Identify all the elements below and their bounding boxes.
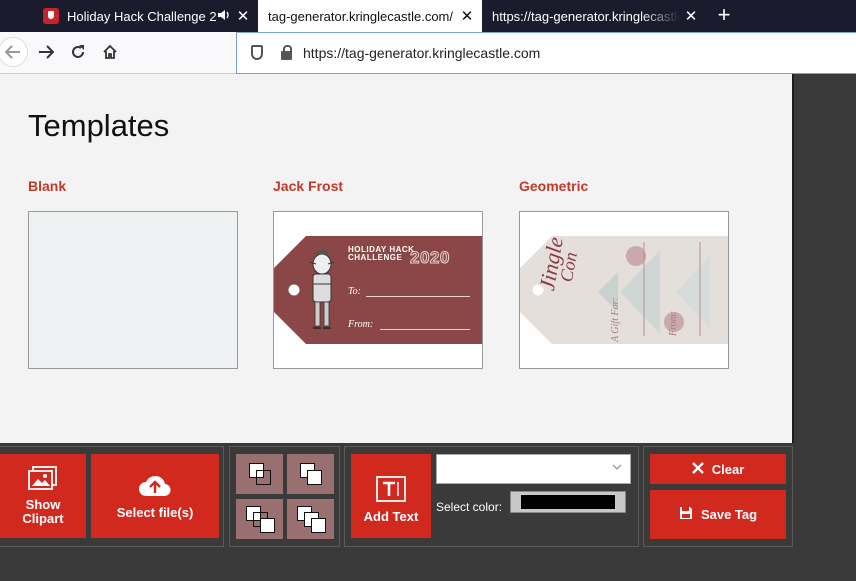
tab-label: Holiday Hack Challenge 2020 bbox=[67, 8, 216, 24]
lock-icon[interactable] bbox=[281, 45, 292, 60]
back-arrow-icon[interactable] bbox=[0, 37, 28, 67]
save-tag-button[interactable]: Save Tag bbox=[650, 490, 786, 539]
forward-arrow-icon[interactable] bbox=[32, 38, 60, 66]
tag-from-line bbox=[380, 329, 470, 330]
tracking-shield-icon[interactable] bbox=[251, 45, 263, 60]
template-jack-frost[interactable]: HOLIDAY HACK CHALLENGE 2020 To: From: bbox=[273, 211, 483, 369]
tag-to-line bbox=[366, 296, 470, 297]
select-files-button[interactable]: Select file(s) bbox=[91, 454, 219, 538]
add-text-label: Add Text bbox=[363, 509, 419, 524]
save-tag-label: Save Tag bbox=[700, 507, 758, 522]
navigation-bar: https://tag-generator.kringlecastle.com bbox=[0, 32, 856, 74]
tag-from-label: From: bbox=[348, 319, 374, 330]
template-blank[interactable] bbox=[28, 211, 238, 369]
template-name-jack-frost: Jack Frost bbox=[273, 178, 344, 194]
template-name-blank: Blank bbox=[28, 178, 67, 194]
send-to-back-button[interactable] bbox=[287, 499, 334, 539]
page-title: Templates bbox=[28, 108, 170, 143]
tag-editor-toolbar: Show Clipart Select file(s) Add Text Sel… bbox=[0, 443, 856, 581]
close-icon bbox=[691, 461, 704, 477]
select-files-label: Select file(s) bbox=[116, 505, 194, 520]
geometric-from-label: From: bbox=[668, 310, 679, 336]
speaker-icon[interactable] bbox=[216, 9, 232, 24]
show-clipart-button[interactable]: Show Clipart bbox=[0, 454, 86, 538]
clear-label: Clear bbox=[711, 461, 745, 477]
image-gallery-icon bbox=[28, 466, 58, 492]
tab-holiday-hack[interactable]: Holiday Hack Challenge 2020 ✕ bbox=[34, 0, 258, 32]
send-backward-button[interactable] bbox=[287, 454, 334, 494]
bring-to-front-button[interactable] bbox=[236, 499, 283, 539]
tab-label: tag-generator.kringlecastle.com/ bbox=[268, 8, 453, 24]
selected-color-swatch bbox=[521, 495, 615, 509]
gift-for-label: A Gift For: bbox=[610, 297, 621, 342]
tag-title: HOLIDAY HACK CHALLENGE bbox=[348, 245, 415, 262]
layer-square-icon bbox=[256, 470, 271, 485]
chevron-down-icon bbox=[612, 461, 622, 475]
add-text-button[interactable]: Add Text bbox=[351, 454, 431, 538]
page-content: Templates Blank Jack Frost Geometric HOL… bbox=[0, 74, 794, 443]
browser-tab-strip: Holiday Hack Challenge 2020 ✕ tag-genera… bbox=[0, 0, 856, 32]
close-tab-icon[interactable]: ✕ bbox=[456, 7, 478, 25]
tag-year: 2020 bbox=[410, 248, 450, 268]
reload-icon[interactable] bbox=[64, 38, 92, 66]
show-clipart-label-1: Show bbox=[25, 497, 61, 512]
cloud-upload-icon bbox=[137, 472, 173, 498]
template-name-geometric: Geometric bbox=[519, 178, 589, 194]
template-geometric[interactable]: Jingle Con A Gift For: From: bbox=[519, 211, 729, 369]
tab-tag-generator[interactable]: tag-generator.kringlecastle.com/ ✕ bbox=[258, 0, 482, 32]
url-text[interactable]: https://tag-generator.kringlecastle.com bbox=[303, 45, 540, 61]
text-tool-icon bbox=[376, 476, 406, 502]
new-tab-button[interactable]: + bbox=[710, 0, 738, 32]
floppy-disk-icon bbox=[679, 506, 693, 523]
bring-forward-button[interactable] bbox=[236, 454, 283, 494]
color-picker[interactable] bbox=[510, 491, 626, 513]
tag-to-label: To: bbox=[348, 286, 361, 297]
shield-icon bbox=[43, 8, 59, 24]
layer-square-icon bbox=[311, 518, 326, 533]
show-clipart-label-2: Clipart bbox=[22, 511, 64, 526]
font-select[interactable] bbox=[436, 454, 631, 484]
tab-tag-generator-2[interactable]: https://tag-generator.kringlecastle.com … bbox=[482, 0, 706, 32]
home-icon[interactable] bbox=[96, 38, 124, 66]
clear-button[interactable]: Clear bbox=[650, 454, 786, 484]
tab-label: https://tag-generator.kringlecastle.com bbox=[492, 8, 680, 24]
select-color-label: Select color: bbox=[436, 500, 503, 514]
layer-square-icon bbox=[307, 470, 322, 485]
layer-square-icon bbox=[260, 518, 275, 533]
close-tab-icon[interactable]: ✕ bbox=[232, 7, 254, 25]
close-tab-icon[interactable]: ✕ bbox=[680, 7, 702, 25]
address-bar[interactable]: https://tag-generator.kringlecastle.com bbox=[236, 32, 856, 74]
